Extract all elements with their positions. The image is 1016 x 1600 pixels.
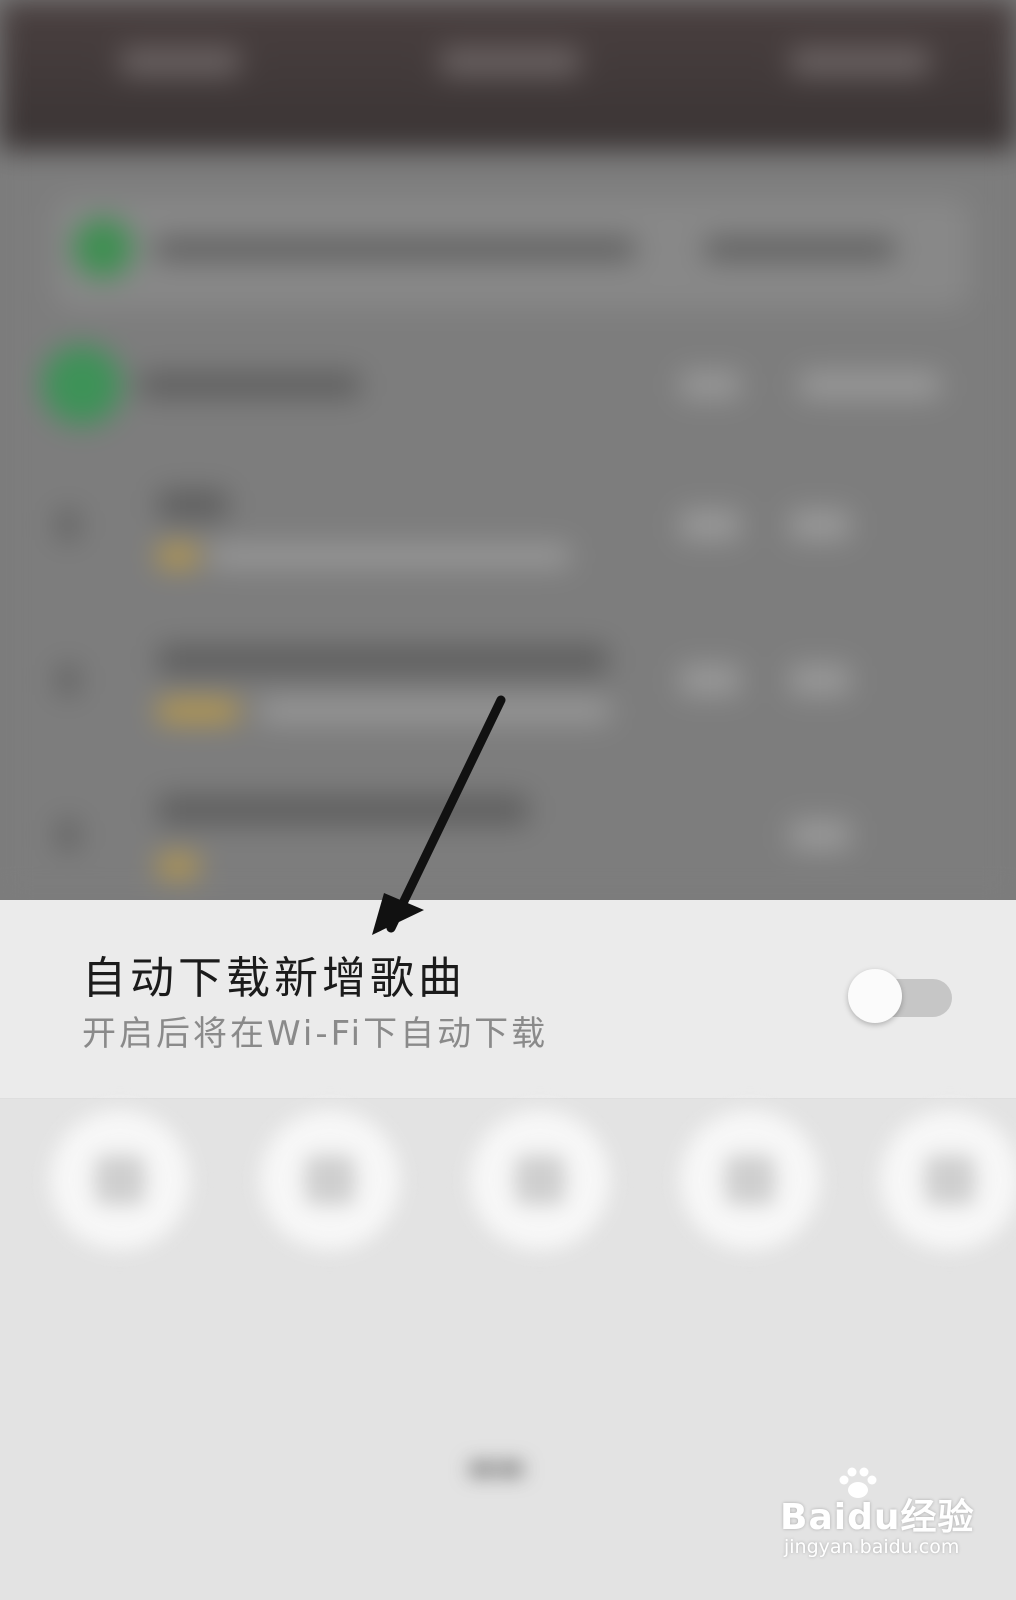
auto-download-setting-row[interactable]: 自动下载新增歌曲 开启后将在Wi-Fi下自动下载 bbox=[0, 900, 1016, 1099]
action-item[interactable] bbox=[680, 1110, 820, 1320]
action-item[interactable] bbox=[880, 1110, 1016, 1320]
setting-subtitle: 开启后将在Wi-Fi下自动下载 bbox=[82, 1014, 549, 1054]
action-item[interactable] bbox=[260, 1110, 400, 1320]
watermark-url: jingyan.baidu.com bbox=[784, 1536, 960, 1558]
toggle-knob bbox=[848, 969, 902, 1023]
action-item[interactable] bbox=[50, 1110, 190, 1320]
blurred-background bbox=[0, 0, 1016, 900]
watermark-logo: Baidu经验 bbox=[780, 1497, 975, 1538]
baidu-watermark: Baidu经验 jingyan.baidu.com bbox=[780, 1467, 980, 1568]
setting-title: 自动下载新增歌曲 bbox=[82, 953, 466, 1004]
top-bar bbox=[0, 0, 1016, 150]
action-item[interactable] bbox=[470, 1110, 610, 1320]
background-content bbox=[0, 150, 1016, 900]
auto-download-toggle[interactable] bbox=[848, 969, 954, 1023]
close-button[interactable]: ▬▬ bbox=[468, 1450, 525, 1485]
